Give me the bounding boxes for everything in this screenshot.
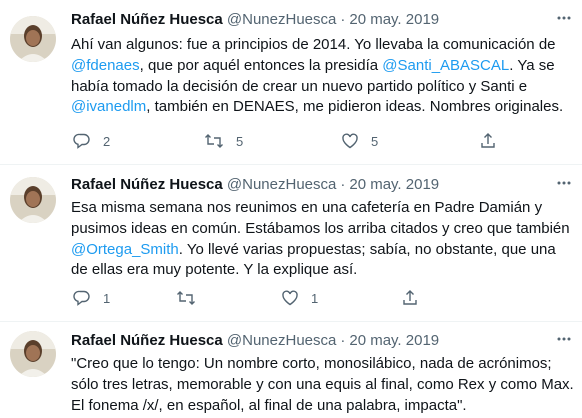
- retweet-icon: [204, 132, 224, 150]
- retweet-count: 5: [236, 133, 244, 149]
- avatar[interactable]: [10, 177, 56, 223]
- share-icon: [401, 289, 419, 307]
- tweet-divider: [0, 321, 582, 322]
- heart-icon: [341, 132, 359, 150]
- more-icon[interactable]: [556, 175, 572, 191]
- retweet-button[interactable]: 5: [204, 131, 243, 151]
- like-button[interactable]: 1: [281, 288, 318, 308]
- retweet-icon: [176, 289, 196, 307]
- author-handle[interactable]: @NunezHuesca: [227, 11, 336, 28]
- mention-link[interactable]: @Santi_ABASCAL: [382, 57, 509, 74]
- avatar[interactable]: [10, 16, 56, 62]
- reply-button[interactable]: 2: [73, 131, 110, 151]
- like-count: 1: [311, 290, 319, 306]
- tweet-divider: [0, 164, 582, 165]
- share-button[interactable]: [401, 288, 419, 308]
- author-handle[interactable]: @NunezHuesca: [227, 176, 336, 193]
- reply-icon: [73, 289, 91, 307]
- mention-link[interactable]: @ivanedlm: [71, 98, 146, 115]
- tweet-date[interactable]: 20 may. 2019: [349, 11, 439, 28]
- tweet-header: Rafael Núñez Huesca @NunezHuesca · 20 may.…: [71, 331, 439, 351]
- author-name[interactable]: Rafael Núñez Huesca: [71, 332, 223, 349]
- more-icon[interactable]: [556, 331, 572, 347]
- reply-count: 1: [103, 290, 111, 306]
- mention-link[interactable]: @fdenaes: [71, 57, 140, 74]
- author-name[interactable]: Rafael Núñez Huesca: [71, 176, 223, 193]
- tweet-text-segment: , que por aquél entonces la presidía: [139, 56, 383, 74]
- tweet-date[interactable]: 20 may. 2019: [349, 176, 439, 193]
- tweet-text-segment: Esa misma semana nos reunimos en una caf…: [71, 199, 570, 237]
- reply-icon: [73, 132, 91, 150]
- tweet[interactable]: Rafael Núñez Huesca @NunezHuesca · 20 may.…: [0, 10, 582, 160]
- tweet-header: Rafael Núñez Huesca @NunezHuesca · 20 may.…: [71, 175, 439, 195]
- share-icon: [479, 132, 497, 150]
- tweet-text: Esa misma semana nos reunimos en una caf…: [71, 198, 575, 281]
- header-separator: ·: [340, 11, 346, 28]
- heart-icon: [281, 289, 299, 307]
- tweet-text-segment: "Creo que lo tengo: Un nombre corto, mon…: [71, 355, 574, 414]
- author-handle[interactable]: @NunezHuesca: [227, 332, 336, 349]
- more-icon[interactable]: [556, 10, 572, 26]
- retweet-button[interactable]: [176, 288, 196, 308]
- tweet-header: Rafael Núñez Huesca @NunezHuesca · 20 may.…: [71, 10, 439, 30]
- tweet[interactable]: Rafael Núñez Huesca @NunezHuesca · 20 may.…: [0, 331, 582, 418]
- tweet-date[interactable]: 20 may. 2019: [349, 332, 439, 349]
- avatar[interactable]: [10, 331, 56, 377]
- reply-count: 2: [103, 133, 111, 149]
- author-name[interactable]: Rafael Núñez Huesca: [71, 11, 223, 28]
- tweet-text-segment: Ahí van algunos: fue a principios de 201…: [71, 36, 556, 53]
- share-button[interactable]: [479, 131, 497, 151]
- tweet-text-segment: , también en DENAES, me pidieron ideas. …: [146, 98, 564, 116]
- header-separator: ·: [340, 176, 346, 193]
- header-separator: ·: [340, 332, 346, 349]
- tweet-actions: 1 1: [71, 288, 571, 308]
- tweet-text: Ahí van algunos: fue a principios de 201…: [71, 35, 575, 118]
- tweet-actions: 2 5 5: [71, 131, 571, 151]
- like-button[interactable]: 5: [341, 131, 378, 151]
- reply-button[interactable]: 1: [73, 288, 110, 308]
- tweet[interactable]: Rafael Núñez Huesca @NunezHuesca · 20 may.…: [0, 175, 582, 315]
- mention-link[interactable]: @Ortega_Smith: [71, 241, 179, 258]
- like-count: 5: [371, 133, 379, 149]
- tweet-text: "Creo que lo tengo: Un nombre corto, mon…: [71, 354, 575, 416]
